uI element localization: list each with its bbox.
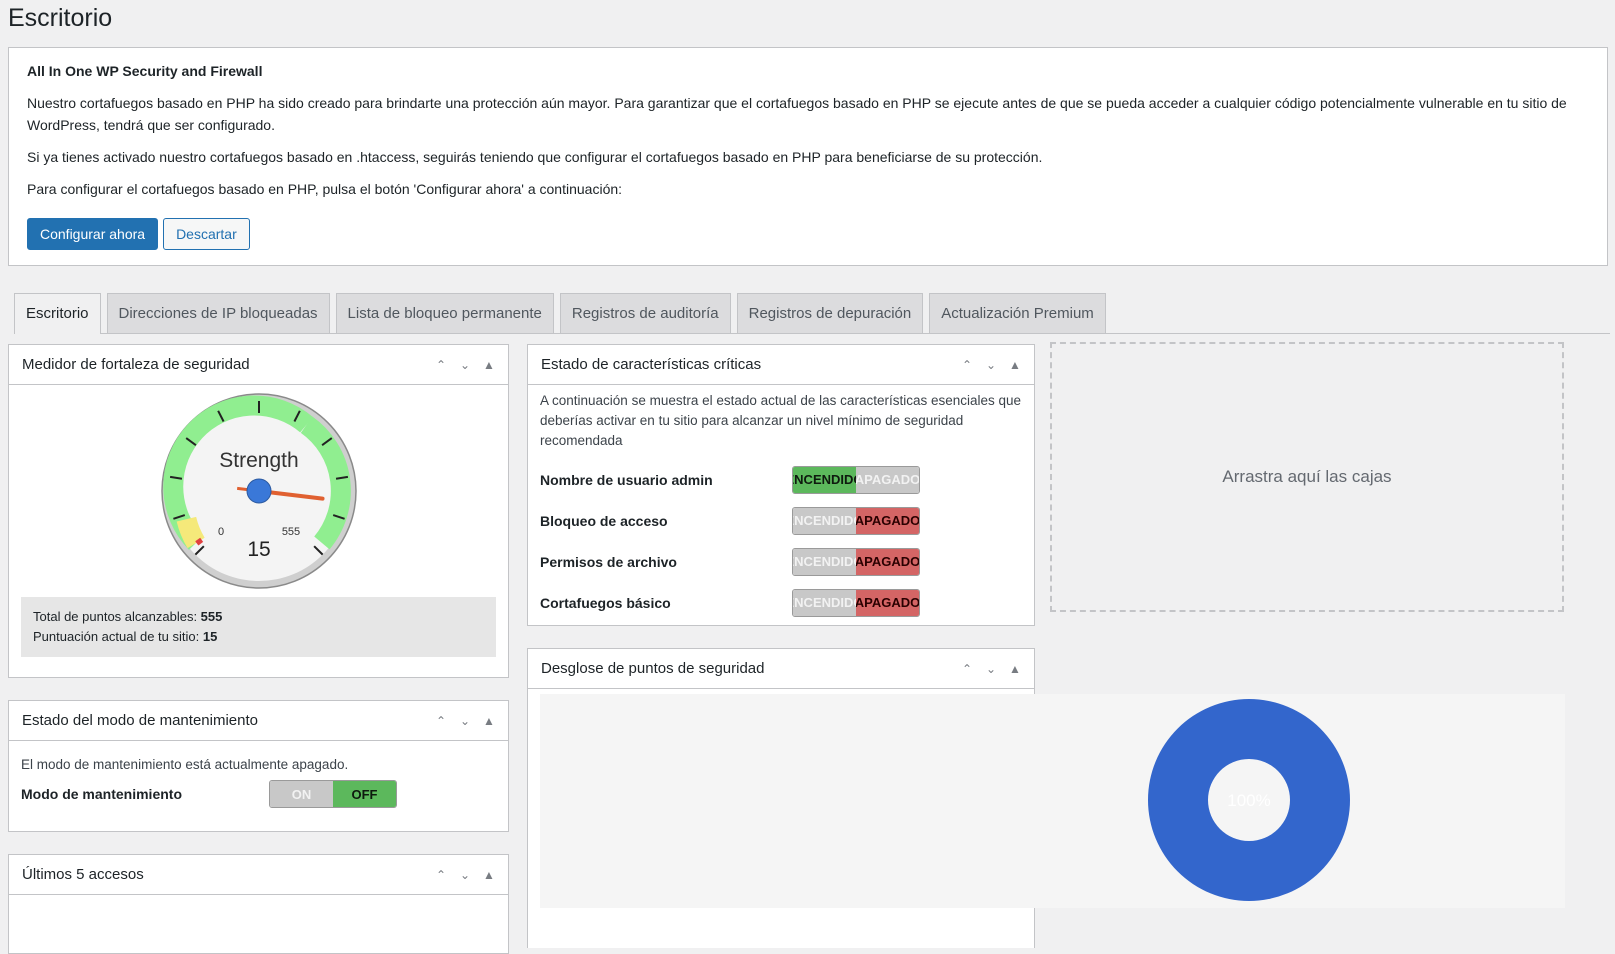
toggle-off-option[interactable]: APAGADO <box>856 589 919 616</box>
box-header: Medidor de fortaleza de seguridad ⌃ ⌄ ▲ <box>9 345 508 385</box>
box-title: Estado del modo de mantenimiento <box>22 712 258 729</box>
gauge-label: Strength <box>219 449 298 472</box>
toggle-off-option[interactable]: APAGADO <box>856 507 919 534</box>
box-title: Desglose de puntos de seguridad <box>541 660 765 677</box>
maintenance-toggle[interactable]: ON OFF <box>269 780 397 808</box>
total-points-row: Total de puntos alcanzables: 555 <box>33 607 484 627</box>
feature-label: Bloqueo de acceso <box>540 512 668 529</box>
gauge-min-label: 0 <box>217 526 223 538</box>
feature-row-admin-username: Nombre de usuario admin ENCENDIDO APAGAD… <box>540 459 1022 500</box>
firewall-notice: All In One WP Security and Firewall Nues… <box>8 47 1608 266</box>
gauge-value: 15 <box>247 538 270 561</box>
collapse-toggle-icon[interactable]: ▲ <box>482 358 496 372</box>
move-up-icon[interactable]: ⌃ <box>434 868 448 882</box>
feature-label: Permisos de archivo <box>540 553 677 570</box>
strength-meter-box: Medidor de fortaleza de seguridad ⌃ ⌄ ▲ … <box>8 344 509 678</box>
toggle-on-option[interactable]: ENCENDIDO <box>793 589 856 616</box>
collapse-toggle-icon[interactable]: ▲ <box>482 714 496 728</box>
box-controls: ⌃ ⌄ ▲ <box>960 358 1022 372</box>
score-summary: Total de puntos alcanzables: 555 Puntuac… <box>21 597 496 657</box>
current-score-label: Puntuación actual de tu sitio: <box>33 629 203 644</box>
dismiss-button[interactable]: Descartar <box>163 218 250 250</box>
box-header: Últimos 5 accesos ⌃ ⌄ ▲ <box>9 855 508 895</box>
gauge-max-label: 555 <box>281 526 299 538</box>
maintenance-status-text: El modo de mantenimiento está actualment… <box>21 757 349 772</box>
feature-label: Nombre de usuario admin <box>540 471 713 488</box>
critical-features-box: Estado de características críticas ⌃ ⌄ ▲… <box>527 344 1035 626</box>
strength-gauge: Strength 0 555 15 <box>160 393 357 589</box>
gauge-hub <box>246 478 271 504</box>
move-down-icon[interactable]: ⌄ <box>984 662 998 676</box>
tab-dashboard[interactable]: Escritorio <box>14 293 101 334</box>
box-title: Estado de características críticas <box>541 356 762 373</box>
feature-toggle[interactable]: ENCENDIDO APAGADO <box>792 588 920 617</box>
collapse-toggle-icon[interactable]: ▲ <box>1008 358 1022 372</box>
donut-chart: 100% <box>1148 699 1350 901</box>
move-down-icon[interactable]: ⌄ <box>458 714 472 728</box>
feature-label: Cortafuegos básico <box>540 594 671 611</box>
tab-blocked-ips[interactable]: Direcciones de IP bloqueadas <box>106 293 330 333</box>
box-controls: ⌃ ⌄ ▲ <box>960 662 1022 676</box>
configure-now-button[interactable]: Configurar ahora <box>27 218 159 250</box>
move-down-icon[interactable]: ⌄ <box>458 868 472 882</box>
move-down-icon[interactable]: ⌄ <box>984 358 998 372</box>
total-points-label: Total de puntos alcanzables: <box>33 609 201 624</box>
last-logins-box: Últimos 5 accesos ⌃ ⌄ ▲ <box>8 854 509 954</box>
box-body: A continuación se muestra el estado actu… <box>528 385 1034 625</box>
critical-features-description: A continuación se muestra el estado actu… <box>540 393 1022 448</box>
notice-text-3: Para configurar el cortafuegos basado en… <box>27 181 623 197</box>
notice-title: All In One WP Security and Firewall <box>27 63 263 79</box>
toggle-on-option[interactable]: ENCENDIDO <box>793 466 856 493</box>
toggle-on-option[interactable]: ENCENDIDO <box>793 548 856 575</box>
box-header: Estado de características críticas ⌃ ⌄ ▲ <box>528 345 1034 385</box>
box-controls: ⌃ ⌄ ▲ <box>434 714 496 728</box>
feature-toggle[interactable]: ENCENDIDO APAGADO <box>792 506 920 535</box>
toggle-on-option[interactable]: ENCENDIDO <box>793 507 856 534</box>
box-controls: ⌃ ⌄ ▲ <box>434 868 496 882</box>
box-body: El modo de mantenimiento está actualment… <box>9 741 508 826</box>
toggle-off-option[interactable]: OFF <box>333 781 396 807</box>
box-title: Medidor de fortaleza de seguridad <box>22 356 250 373</box>
maintenance-label: Modo de mantenimiento <box>21 786 182 802</box>
box-header: Estado del modo de mantenimiento ⌃ ⌄ ▲ <box>9 701 508 741</box>
box-title: Últimos 5 accesos <box>22 866 144 883</box>
nav-tabs: Escritorio Direcciones de IP bloqueadas … <box>14 293 1610 334</box>
notice-text-1: Nuestro cortafuegos basado en PHP ha sid… <box>27 95 1567 133</box>
collapse-toggle-icon[interactable]: ▲ <box>482 868 496 882</box>
total-points-value: 555 <box>200 609 223 624</box>
maintenance-box: Estado del modo de mantenimiento ⌃ ⌄ ▲ E… <box>8 700 509 832</box>
donut-slice-label: 100% <box>1227 791 1270 810</box>
toggle-off-option[interactable]: APAGADO <box>856 548 919 575</box>
notice-text-2: Si ya tienes activado nuestro cortafuego… <box>27 149 1043 165</box>
collapse-toggle-icon[interactable]: ▲ <box>1008 662 1022 676</box>
move-up-icon[interactable]: ⌃ <box>960 662 974 676</box>
move-down-icon[interactable]: ⌄ <box>458 358 472 372</box>
current-score-value: 15 <box>202 629 218 644</box>
feature-row-basic-firewall: Cortafuegos básico ENCENDIDO APAGADO <box>540 582 1022 623</box>
move-up-icon[interactable]: ⌃ <box>960 358 974 372</box>
drop-zone[interactable]: Arrastra aquí las cajas <box>1050 342 1564 612</box>
feature-row-file-permissions: Permisos de archivo ENCENDIDO APAGADO <box>540 541 1022 582</box>
tab-debug-logs[interactable]: Registros de depuración <box>736 293 924 333</box>
toggle-off-option[interactable]: APAGADO <box>856 466 919 493</box>
notice-actions: Configurar ahora Descartar <box>27 218 1589 250</box>
box-controls: ⌃ ⌄ ▲ <box>434 358 496 372</box>
tab-audit-logs[interactable]: Registros de auditoría <box>559 293 731 333</box>
maintenance-row: Modo de mantenimiento ON OFF <box>21 772 496 816</box>
toggle-on-option[interactable]: ON <box>270 781 333 807</box>
page-title: Escritorio <box>8 4 113 32</box>
points-breakdown-chart: 100% <box>540 694 1565 908</box>
current-score-row: Puntuación actual de tu sitio: 15 <box>33 627 484 647</box>
tab-premium-upgrade[interactable]: Actualización Premium <box>929 293 1106 333</box>
tab-permanent-blocklist[interactable]: Lista de bloqueo permanente <box>335 293 554 333</box>
feature-row-login-lockout: Bloqueo de acceso ENCENDIDO APAGADO <box>540 500 1022 541</box>
move-up-icon[interactable]: ⌃ <box>434 358 448 372</box>
box-header: Desglose de puntos de seguridad ⌃ ⌄ ▲ <box>528 649 1034 689</box>
feature-toggle[interactable]: ENCENDIDO APAGADO <box>792 465 920 494</box>
feature-toggle[interactable]: ENCENDIDO APAGADO <box>792 547 920 576</box>
move-up-icon[interactable]: ⌃ <box>434 714 448 728</box>
gauge-container: Strength 0 555 15 <box>9 385 508 591</box>
